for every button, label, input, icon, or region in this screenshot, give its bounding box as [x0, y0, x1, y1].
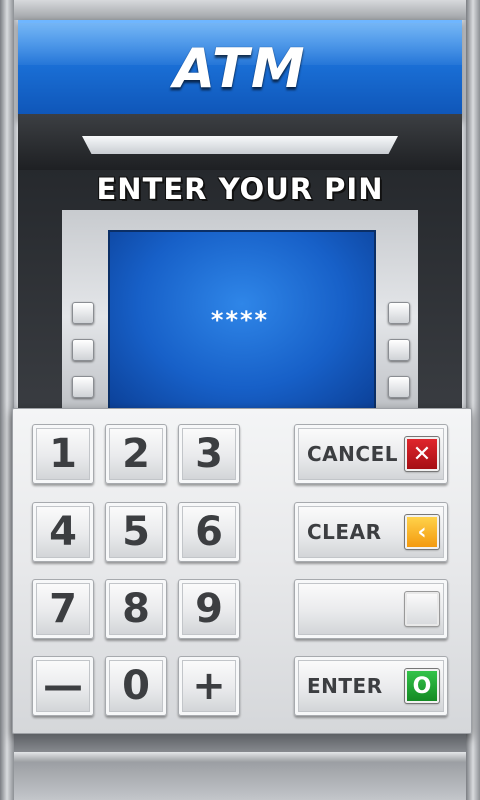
screen-right-key-2[interactable] [388, 339, 410, 361]
atm-header-panel: ATM [18, 20, 462, 119]
key-8[interactable]: 8 [105, 579, 167, 639]
clear-label: CLEAR [307, 520, 382, 544]
blank-function-button[interactable] [294, 579, 448, 639]
cancel-label: CANCEL [307, 442, 398, 466]
screen-right-key-1[interactable] [388, 302, 410, 324]
key-3[interactable]: 3 [178, 424, 240, 484]
key-5[interactable]: 5 [105, 502, 167, 562]
key-0[interactable]: 0 [105, 656, 167, 716]
key-minus[interactable]: — [32, 656, 94, 716]
clear-button[interactable]: CLEAR ‹ [294, 502, 448, 562]
circle-icon: O [404, 668, 440, 704]
chevron-left-icon: ‹ [404, 514, 440, 550]
key-4[interactable]: 4 [32, 502, 94, 562]
machine-base [14, 734, 466, 800]
cancel-button[interactable]: CANCEL ✕ [294, 424, 448, 484]
blank-icon [404, 591, 440, 627]
enter-label: ENTER [307, 674, 383, 698]
enter-button[interactable]: ENTER O [294, 656, 448, 716]
close-icon: ✕ [404, 436, 440, 472]
pin-display: **** [210, 306, 270, 334]
key-plus[interactable]: + [178, 656, 240, 716]
card-slot-housing [18, 114, 462, 170]
screen-left-key-2[interactable] [72, 339, 94, 361]
screen-right-key-3[interactable] [388, 376, 410, 398]
enter-pin-prompt: ENTER YOUR PIN [96, 172, 384, 206]
machine-base-lip [14, 752, 466, 762]
key-2[interactable]: 2 [105, 424, 167, 484]
atm-logo-title: ATM [173, 37, 307, 100]
key-1[interactable]: 1 [32, 424, 94, 484]
key-9[interactable]: 9 [178, 579, 240, 639]
key-7[interactable]: 7 [32, 579, 94, 639]
key-6[interactable]: 6 [178, 502, 240, 562]
card-slot [82, 136, 398, 154]
screen-left-key-1[interactable] [72, 302, 94, 324]
screen-left-key-3[interactable] [72, 376, 94, 398]
machine-top-frame [0, 0, 480, 20]
